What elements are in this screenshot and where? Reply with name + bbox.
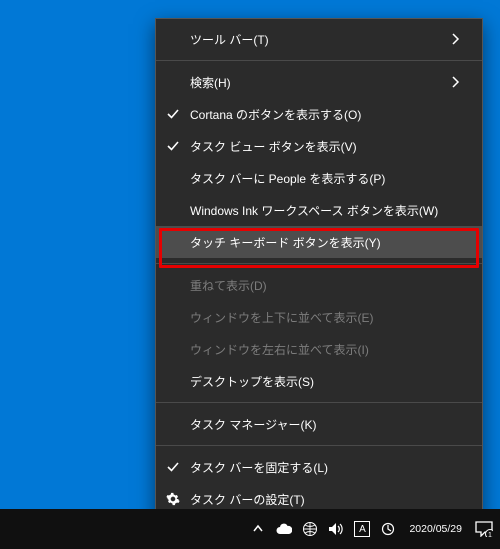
menu-label: ツール バー(T): [190, 31, 452, 48]
menu-item-stack-vertical: ウィンドウを上下に並べて表示(E): [156, 301, 482, 333]
notification-count: 1: [488, 532, 492, 537]
ime-mode: A: [354, 521, 370, 537]
system-tray: A 2020/05/29 1: [155, 509, 500, 549]
menu-label: タスク バーの設定(T): [190, 491, 468, 508]
menu-item-lock-taskbar[interactable]: タスク バーを固定する(L): [156, 451, 482, 483]
clock-date: 2020/05/29: [409, 523, 462, 535]
menu-label: 検索(H): [190, 74, 452, 91]
menu-label: タスク バーに People を表示する(P): [190, 170, 468, 187]
volume-icon[interactable]: [327, 520, 345, 538]
menu-label: ウィンドウを上下に並べて表示(E): [190, 309, 468, 326]
menu-label: タスク ビュー ボタンを表示(V): [190, 138, 468, 155]
gear-icon: [156, 492, 190, 506]
check-icon: [156, 461, 190, 473]
menu-item-show-desktop[interactable]: デスクトップを表示(S): [156, 365, 482, 397]
menu-item-search[interactable]: 検索(H): [156, 66, 482, 98]
menu-label: ウィンドウを左右に並べて表示(I): [190, 341, 468, 358]
taskbar-context-menu: ツール バー(T) 検索(H) Cortana のボタンを表示する(O) タスク…: [155, 18, 483, 520]
menu-label: 重ねて表示(D): [190, 277, 468, 294]
menu-label: タッチ キーボード ボタンを表示(Y): [190, 234, 468, 251]
menu-label: タスク バーを固定する(L): [190, 459, 468, 476]
onedrive-icon[interactable]: [275, 520, 293, 538]
menu-item-cascade: 重ねて表示(D): [156, 269, 482, 301]
separator: [156, 402, 482, 403]
tray-overflow-icon[interactable]: [249, 520, 267, 538]
separator: [156, 60, 482, 61]
ime-tool-icon[interactable]: [379, 520, 397, 538]
ime-icon[interactable]: A: [353, 520, 371, 538]
action-center-icon[interactable]: 1: [474, 520, 494, 538]
taskbar[interactable]: A 2020/05/29 1: [0, 509, 500, 549]
chevron-right-icon: [452, 33, 468, 45]
menu-item-people[interactable]: タスク バーに People を表示する(P): [156, 162, 482, 194]
menu-item-windows-ink[interactable]: Windows Ink ワークスペース ボタンを表示(W): [156, 194, 482, 226]
menu-label: デスクトップを表示(S): [190, 373, 468, 390]
check-icon: [156, 140, 190, 152]
menu-label: タスク マネージャー(K): [190, 416, 468, 433]
separator: [156, 445, 482, 446]
menu-item-touch-keyboard[interactable]: タッチ キーボード ボタンを表示(Y): [156, 226, 482, 258]
menu-item-taskview[interactable]: タスク ビュー ボタンを表示(V): [156, 130, 482, 162]
menu-item-toolbars[interactable]: ツール バー(T): [156, 23, 482, 55]
network-icon[interactable]: [301, 520, 319, 538]
check-icon: [156, 108, 190, 120]
menu-item-task-manager[interactable]: タスク マネージャー(K): [156, 408, 482, 440]
menu-label: Cortana のボタンを表示する(O): [190, 106, 468, 123]
menu-label: Windows Ink ワークスペース ボタンを表示(W): [190, 202, 468, 219]
menu-item-cortana[interactable]: Cortana のボタンを表示する(O): [156, 98, 482, 130]
taskbar-left[interactable]: [0, 509, 155, 549]
menu-item-stack-horizontal: ウィンドウを左右に並べて表示(I): [156, 333, 482, 365]
separator: [156, 263, 482, 264]
chevron-right-icon: [452, 76, 468, 88]
taskbar-clock[interactable]: 2020/05/29: [405, 523, 466, 535]
